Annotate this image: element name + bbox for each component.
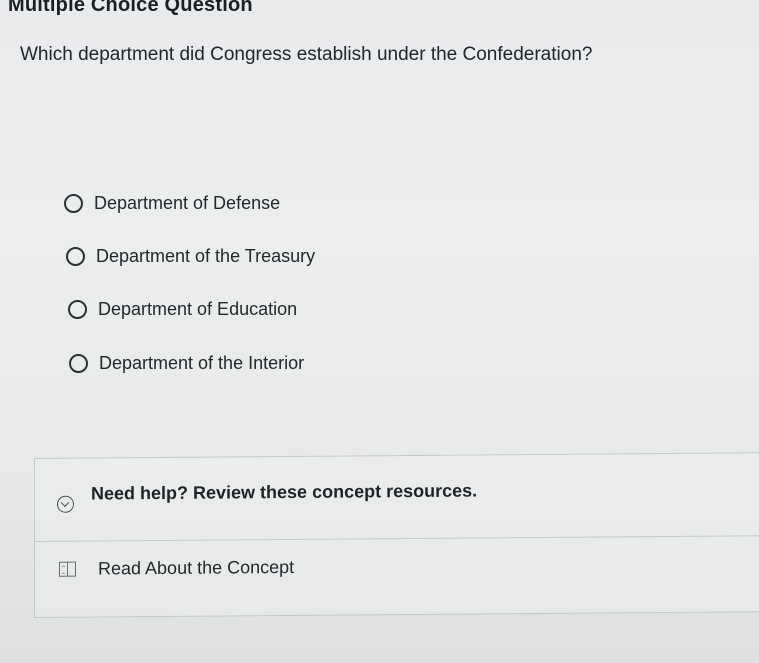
- read-about-concept-link[interactable]: Read About the Concept: [59, 557, 294, 580]
- option-label: Department of Defense: [94, 193, 281, 213]
- resource-label: Read About the Concept: [98, 556, 295, 579]
- help-toggle[interactable]: Need help? Review these concept resource…: [35, 453, 759, 542]
- chevron-down-icon[interactable]: [57, 495, 74, 513]
- option-label: Department of the Interior: [99, 353, 305, 373]
- option-department-of-the-treasury[interactable]: Department of the Treasury: [66, 230, 466, 283]
- option-label: Department of Education: [98, 299, 298, 319]
- page-title: Multiple Choice Question: [8, 0, 253, 16]
- book-icon: [59, 561, 76, 577]
- radio-button-icon[interactable]: [68, 300, 87, 319]
- radio-button-icon[interactable]: [66, 247, 85, 266]
- radio-button-icon[interactable]: [69, 354, 88, 373]
- answer-options: Department of Defense Department of the …: [64, 180, 464, 392]
- option-department-of-education[interactable]: Department of Education: [68, 283, 468, 336]
- help-title: Need help? Review these concept resource…: [91, 480, 478, 504]
- radio-button-icon[interactable]: [64, 194, 83, 213]
- option-department-of-the-interior[interactable]: Department of the Interior: [69, 337, 469, 390]
- option-department-of-defense[interactable]: Department of Defense: [64, 177, 464, 230]
- question-text: Which department did Congress establish …: [20, 44, 593, 65]
- option-label: Department of the Treasury: [96, 246, 316, 266]
- help-panel: Need help? Review these concept resource…: [34, 452, 759, 618]
